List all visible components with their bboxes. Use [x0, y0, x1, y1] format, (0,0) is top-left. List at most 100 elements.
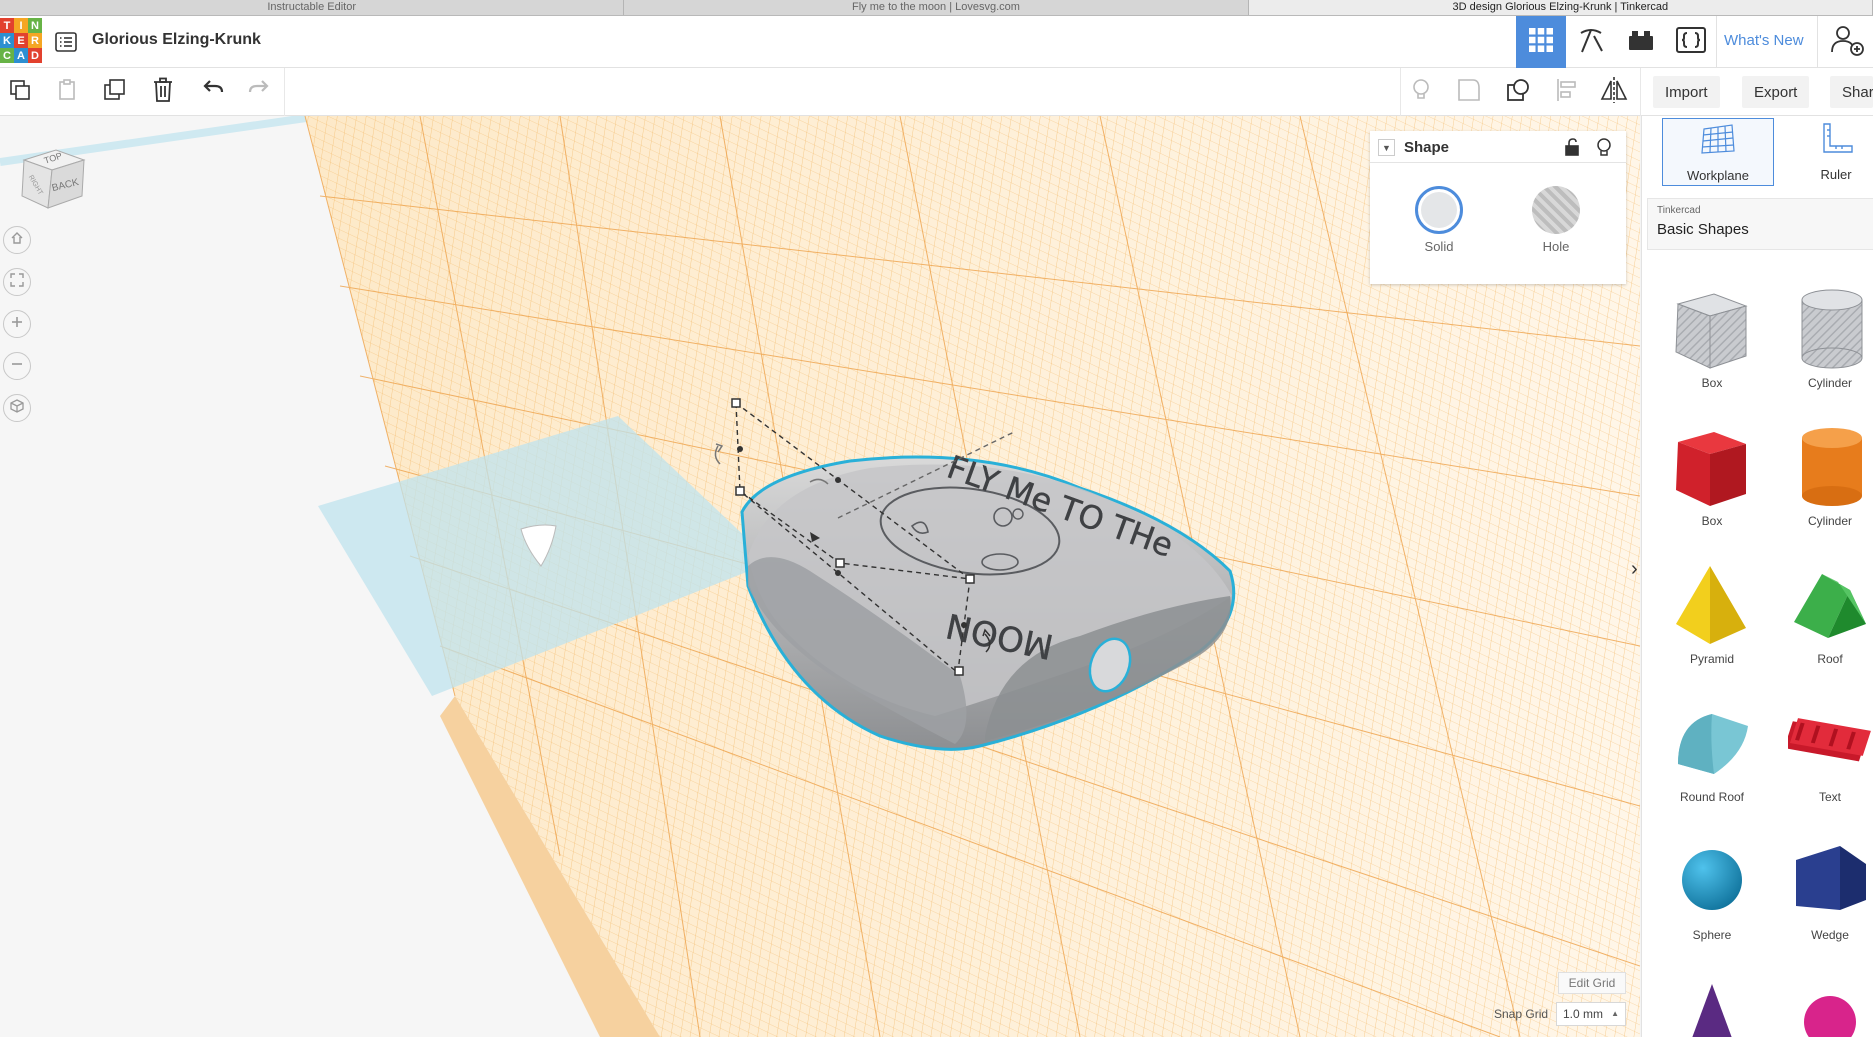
workplane-label: Workplane	[1687, 168, 1749, 183]
caret-down-icon: ▼	[1382, 142, 1391, 153]
collapse-inspector-button[interactable]: ▼	[1378, 139, 1395, 156]
lock-button[interactable]	[1564, 138, 1580, 161]
collapse-panel-button[interactable]: ›	[1631, 558, 1641, 592]
lightbulb-icon	[1410, 77, 1432, 108]
toolbar-divider	[1400, 68, 1401, 116]
shape-cylinder[interactable]: Cylinder	[1780, 422, 1873, 528]
hole-swatch[interactable]	[1532, 186, 1580, 234]
shape-wedge[interactable]: Wedge	[1780, 836, 1873, 942]
user-profile-button[interactable]	[1820, 16, 1873, 68]
workplane-tool-button[interactable]: Workplane	[1662, 118, 1774, 186]
zoom-out-button[interactable]	[3, 352, 31, 380]
resize-handle[interactable]	[737, 446, 743, 452]
pickaxe-icon	[1576, 25, 1606, 60]
mirror-button[interactable]	[1597, 76, 1631, 108]
shape-label: Wedge	[1811, 928, 1849, 942]
snap-grid-value: 1.0 mm	[1563, 1007, 1604, 1021]
ungroup-button[interactable]	[1501, 76, 1535, 108]
round-roof-icon	[1678, 714, 1748, 774]
snap-grid-label: Snap Grid	[1494, 1007, 1549, 1021]
group-icon	[1456, 77, 1482, 108]
shape-pyramid[interactable]: Pyramid	[1662, 560, 1762, 666]
group-button[interactable]	[1452, 76, 1486, 108]
shape-box-hole[interactable]: Box	[1662, 284, 1762, 390]
hide-shape-button[interactable]	[1595, 137, 1613, 162]
projection-toggle-button[interactable]	[3, 394, 31, 422]
resize-handle[interactable]	[961, 622, 967, 628]
ungroup-icon	[1505, 77, 1531, 108]
app-header: T I N K E R C A D Glorious Elzing-Krunk	[0, 16, 1873, 68]
resize-handle[interactable]	[835, 570, 841, 576]
header-divider	[1817, 16, 1818, 68]
shape-round-roof[interactable]: Round Roof	[1662, 698, 1762, 804]
design-title[interactable]: Glorious Elzing-Krunk	[92, 31, 261, 49]
tinkercad-logo[interactable]: T I N K E R C A D	[0, 18, 42, 64]
browser-tab-strip: Instructable Editor Fly me to the moon |…	[0, 0, 1873, 16]
copy-icon	[8, 78, 32, 107]
shape-box[interactable]: Box	[1662, 422, 1762, 528]
shape-cone[interactable]	[1662, 974, 1762, 1037]
shape-label: Roof	[1817, 652, 1843, 666]
paste-button[interactable]	[50, 76, 84, 108]
undo-button[interactable]	[196, 76, 230, 108]
grid-view-icon	[1528, 27, 1554, 58]
share-button[interactable]: Shar	[1830, 76, 1873, 108]
design-list-icon[interactable]	[54, 30, 78, 54]
shape-sphere[interactable]: Sphere	[1662, 836, 1762, 942]
shape-library-select[interactable]: Tinkercad Basic Shapes	[1647, 198, 1873, 250]
shape-paraboloid[interactable]	[1780, 974, 1873, 1037]
codeblocks-view-button[interactable]	[1666, 16, 1716, 68]
shape-label: Box	[1701, 514, 1723, 528]
shape-label: Box	[1701, 376, 1723, 390]
shape-roof[interactable]: Roof	[1780, 560, 1873, 666]
browser-tab[interactable]: Fly me to the moon | Lovesvg.com	[624, 0, 1249, 15]
logo-letter: N	[28, 18, 42, 33]
ruler-tool-button[interactable]: Ruler	[1780, 118, 1873, 186]
edit-grid-button[interactable]: Edit Grid	[1558, 972, 1626, 994]
user-avatar-icon	[1827, 20, 1867, 65]
delete-button[interactable]	[146, 76, 180, 108]
copy-button[interactable]	[3, 76, 37, 108]
unlock-icon	[1564, 138, 1580, 160]
box-icon	[1675, 293, 1748, 369]
duplicate-button[interactable]	[98, 76, 132, 108]
shape-text[interactable]: Text	[1780, 698, 1873, 804]
snap-grid-select[interactable]: 1.0 mm ▲	[1556, 1002, 1626, 1026]
text-shape-icon	[1788, 718, 1871, 762]
toolbar-divider	[284, 68, 285, 116]
3d-design-view-button[interactable]	[1516, 16, 1566, 68]
brick-icon	[1627, 28, 1655, 57]
align-button[interactable]	[1550, 76, 1584, 108]
import-button[interactable]: Import	[1653, 76, 1720, 108]
inspector-title: Shape	[1404, 139, 1450, 156]
browser-tab-active[interactable]: 3D design Glorious Elzing-Krunk | Tinker…	[1248, 0, 1873, 15]
ruler-icon	[1816, 118, 1856, 163]
inspector-header: ▼ Shape	[1370, 131, 1626, 163]
ruler-label: Ruler	[1820, 167, 1852, 182]
shape-cylinder-hole[interactable]: Cylinder	[1780, 284, 1873, 390]
zoom-in-button[interactable]	[3, 310, 31, 338]
brick-view-button[interactable]	[1616, 16, 1666, 68]
resize-handle[interactable]	[835, 477, 841, 483]
shape-label: Sphere	[1692, 928, 1732, 942]
fit-view-button[interactable]	[3, 268, 31, 296]
toggle-hidden-button[interactable]	[1404, 76, 1438, 108]
view-cube[interactable]: TOP BACK RIGHT	[18, 136, 104, 222]
home-icon	[10, 231, 24, 250]
solid-color-swatch[interactable]	[1415, 186, 1463, 234]
whats-new-link[interactable]: What's New	[1724, 32, 1804, 49]
home-view-button[interactable]	[3, 226, 31, 254]
shape-inspector: ▼ Shape Solid Hole	[1370, 131, 1626, 284]
perspective-cube-icon	[9, 398, 25, 419]
export-button[interactable]: Export	[1742, 76, 1810, 108]
minecraft-view-button[interactable]	[1566, 16, 1616, 68]
redo-button[interactable]	[242, 76, 276, 108]
code-braces-icon	[1675, 26, 1707, 59]
hole-label: Hole	[1542, 239, 1570, 254]
logo-letter: A	[14, 48, 28, 63]
trash-icon	[151, 77, 175, 108]
redo-icon	[247, 79, 271, 105]
align-icon	[1555, 77, 1579, 108]
sphere-icon	[1682, 850, 1742, 910]
browser-tab[interactable]: Instructable Editor	[0, 0, 625, 15]
